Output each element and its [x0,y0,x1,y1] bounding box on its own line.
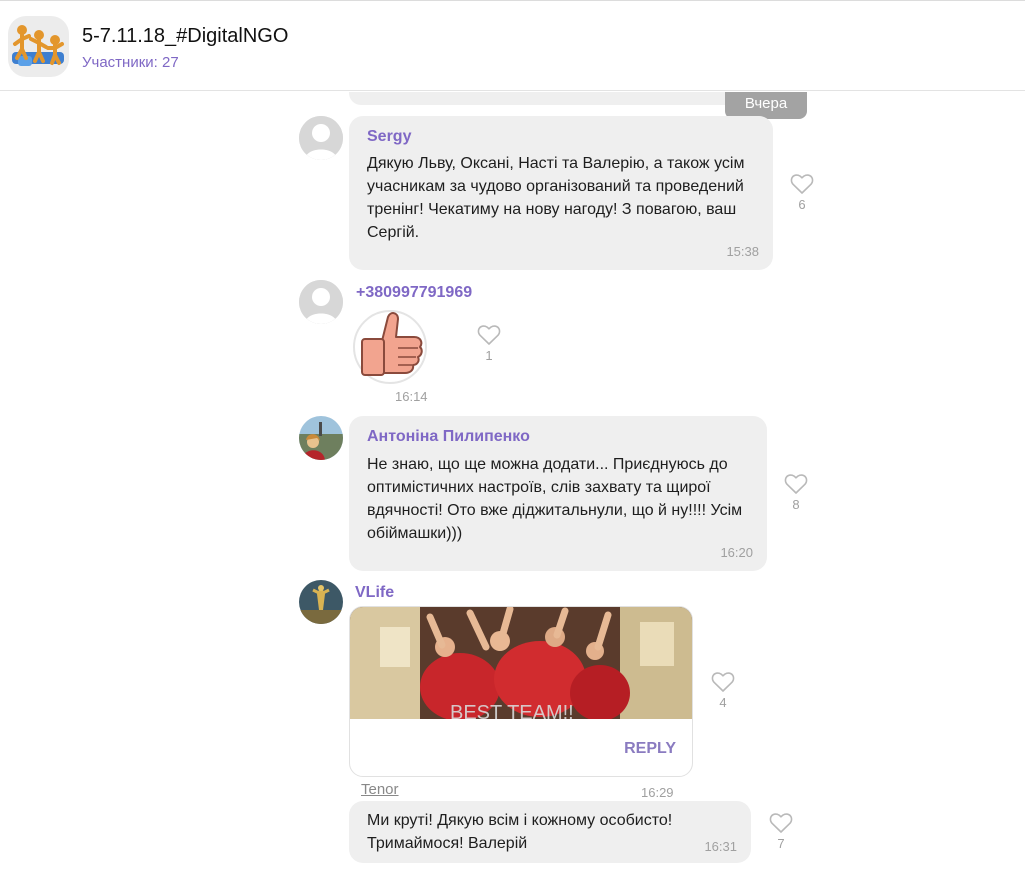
message-list[interactable]: Вчера Sergy Дякую Льву, Оксані, Насті та… [0,92,1025,873]
like-count: 4 [719,695,727,710]
message-line: обіймашки))) [367,525,463,542]
avatar[interactable] [299,416,343,460]
user-photo [299,416,343,460]
avatar[interactable] [299,280,343,324]
members-count[interactable]: Участники: 27 [82,54,179,71]
avatar[interactable] [299,580,343,624]
message-text: Дякую Льву, Оксані, Насті та Валерію, а … [367,152,744,244]
user-photo [299,580,343,624]
like-button[interactable]: 6 [787,173,817,212]
avatar[interactable] [299,116,343,160]
message-line: Тримаймося! Валерій [367,835,528,852]
message-line: вдячності! Ото вже діджитальнули, що й н… [367,502,743,519]
like-button[interactable]: 4 [708,671,738,710]
message-line: Дякую Льву, Оксані, Насті та Валерію, а … [367,155,745,172]
date-separator: Вчера [725,92,807,119]
message-text: Не знаю, що ще можна додати... Приєднуюс… [367,453,742,545]
thumbs-up-icon [353,310,427,384]
like-button[interactable]: 7 [766,812,796,851]
people-puzzle-icon [12,25,64,66]
message-time: 16:31 [704,839,737,854]
group-title[interactable]: 5-7.11.18_#DigitalNGO [82,25,288,48]
like-count: 1 [485,348,493,363]
message-bubble[interactable]: Антоніна Пилипенко Не знаю, що ще можна … [349,416,767,571]
message-time: 16:29 [641,785,674,800]
like-button[interactable]: 8 [781,473,811,512]
reply-button[interactable]: REPLY [624,740,676,758]
chat-header: 5-7.11.18_#DigitalNGO Участники: 27 [0,0,1025,91]
message-bubble[interactable]: Ми круті! Дякую всім і кожному особисто!… [349,801,751,863]
message-text: Ми круті! Дякую всім і кожному особисто!… [367,809,672,855]
heart-icon [711,672,735,692]
thumbs-up-sticker[interactable] [352,303,432,385]
message-time: 15:38 [726,244,759,259]
heart-icon [784,474,808,494]
like-count: 6 [798,197,806,212]
gif-card[interactable]: BEST TEAM!! REPLY [349,606,693,777]
message-line: Не знаю, що ще можна додати... Приєднуюс… [367,456,728,473]
previous-message-bubble [349,92,771,105]
message-line: тренінг! Чекатиму на нову нагоду! З пова… [367,201,737,218]
default-user-icon [299,116,343,160]
heart-icon [477,325,501,345]
message-time: 16:14 [395,389,428,404]
heart-icon [769,813,793,833]
message-line: учасникам за чудово організований та про… [367,178,744,195]
message-bubble[interactable]: Sergy Дякую Льву, Оксані, Насті та Валер… [349,116,773,270]
sender-name[interactable]: +380997791969 [356,284,472,302]
like-count: 8 [792,497,800,512]
like-button[interactable]: 1 [474,324,504,363]
message-line: Ми круті! Дякую всім і кожному особисто! [367,812,673,829]
heart-icon [790,174,814,194]
sender-name[interactable]: VLife [355,584,394,602]
sender-name[interactable]: Sergy [367,128,411,146]
gif-caption: BEST TEAM!! [450,702,574,719]
message-line: оптимістичних настроїв, слів захвату та … [367,479,711,496]
group-avatar[interactable] [8,16,69,77]
message-time: 16:20 [720,545,753,560]
tenor-link[interactable]: Tenor [361,781,399,798]
message-line: Сергій. [367,224,420,241]
gif-image[interactable]: BEST TEAM!! [350,607,693,719]
sender-name[interactable]: Антоніна Пилипенко [367,428,530,446]
default-user-icon [299,280,343,324]
like-count: 7 [777,836,785,851]
